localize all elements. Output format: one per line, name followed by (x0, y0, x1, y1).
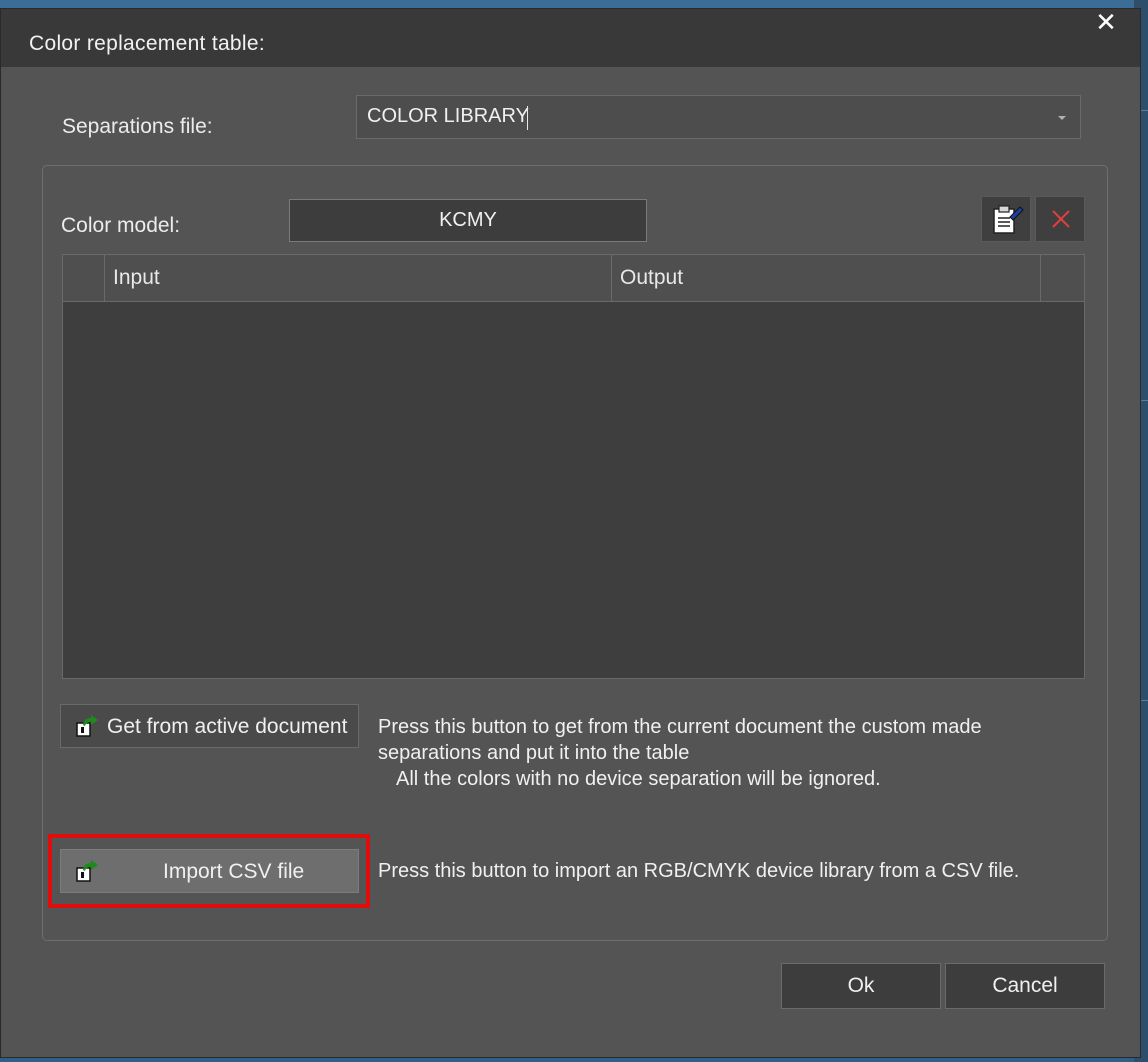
dialog-titlebar: Color replacement table: (1, 9, 1140, 67)
column-header-spacer (1041, 255, 1084, 301)
import-csv-label: Import CSV file (163, 860, 305, 883)
get-description-line1: Press this button to get from the curren… (378, 716, 982, 738)
column-header-output[interactable]: Output (612, 255, 1041, 301)
separations-file-combobox[interactable]: COLOR LIBRARY (356, 95, 1081, 139)
get-from-active-document-button[interactable]: Get from active document (60, 704, 359, 748)
text-caret (527, 106, 528, 130)
background-window-strip (0, 0, 1148, 8)
delete-entry-button[interactable] (1035, 196, 1085, 242)
ok-button[interactable]: Ok (781, 963, 941, 1009)
import-csv-button[interactable]: Import CSV file (60, 849, 359, 893)
close-button[interactable]: ✕ (1090, 8, 1122, 36)
clipboard-edit-icon (993, 205, 1024, 234)
import-csv-description: Press this button to import an RGB/CMYK … (378, 860, 1020, 882)
delete-x-icon (1052, 210, 1070, 228)
import-arrow-icon (76, 715, 98, 737)
separations-file-value: COLOR LIBRARY (367, 105, 529, 127)
column-header-input[interactable]: Input (105, 255, 612, 301)
get-from-active-document-label: Get from active document (107, 715, 348, 738)
color-replacement-table[interactable]: Input Output (62, 254, 1085, 679)
import-arrow-icon (76, 860, 98, 882)
color-model-label: Color model: (61, 214, 181, 237)
dialog-title: Color replacement table: (29, 32, 265, 55)
row-selector-header (63, 255, 105, 301)
color-model-selector[interactable]: KCMY (289, 199, 647, 242)
edit-entry-button[interactable] (981, 196, 1031, 242)
table-header: Input Output (63, 255, 1084, 302)
get-description-line2: separations and put it into the table (378, 742, 690, 764)
cancel-button[interactable]: Cancel (945, 963, 1105, 1009)
get-from-document-description: Press this button to get from the curren… (378, 714, 982, 792)
dropdown-arrow-icon[interactable] (1058, 116, 1066, 120)
separations-file-label: Separations file: (62, 115, 213, 138)
get-description-line3: All the colors with no device separation… (396, 768, 881, 790)
